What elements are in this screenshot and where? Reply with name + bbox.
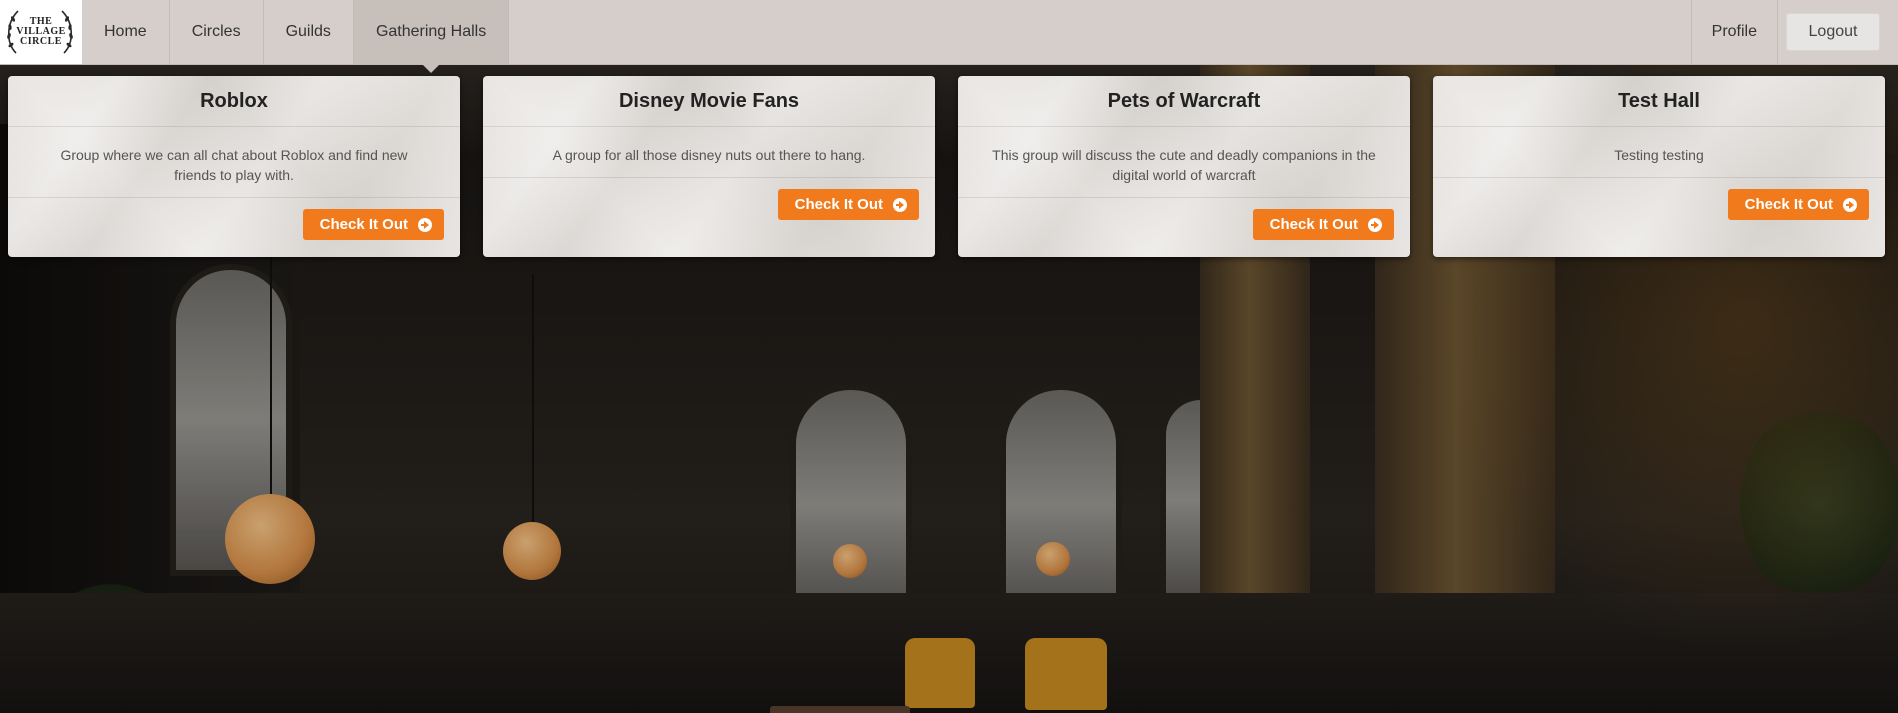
hall-card-title: Disney Movie Fans <box>483 76 935 127</box>
logo-line: CIRCLE <box>20 36 62 47</box>
arrow-circle-right-icon <box>1368 217 1382 232</box>
logo-text: THE VILLAGE CIRCLE <box>16 17 66 47</box>
hall-card-description: A group for all those disney nuts out th… <box>483 127 935 178</box>
hall-card-title: Roblox <box>8 76 460 127</box>
check-it-out-label: Check It Out <box>1744 196 1833 213</box>
hall-card: Disney Movie Fans A group for all those … <box>483 76 935 257</box>
arrow-circle-right-icon <box>1843 197 1857 212</box>
nav-item-home[interactable]: Home <box>82 0 170 64</box>
check-it-out-button[interactable]: Check It Out <box>302 209 444 240</box>
logout-button[interactable]: Logout <box>1786 13 1880 51</box>
nav-item-gathering-halls[interactable]: Gathering Halls <box>353 0 510 73</box>
hall-card-title: Pets of Warcraft <box>958 76 1410 127</box>
hall-card-description: This group will discuss the cute and dea… <box>958 127 1410 198</box>
logout-container: Logout <box>1777 0 1898 64</box>
check-it-out-button[interactable]: Check It Out <box>1727 189 1869 220</box>
hall-card-footer: Check It Out <box>483 178 935 220</box>
hall-card-description: Group where we can all chat about Roblox… <box>8 127 460 198</box>
nav-item-profile[interactable]: Profile <box>1692 0 1777 64</box>
hall-card-title: Test Hall <box>1433 76 1885 127</box>
gathering-halls-list: Roblox Group where we can all chat about… <box>8 76 1888 257</box>
check-it-out-label: Check It Out <box>319 216 408 233</box>
check-it-out-label: Check It Out <box>1269 216 1358 233</box>
nav-item-circles[interactable]: Circles <box>170 0 264 64</box>
hall-card-footer: Check It Out <box>8 198 460 240</box>
hall-card-footer: Check It Out <box>1433 178 1885 220</box>
nav-item-guilds[interactable]: Guilds <box>264 0 354 64</box>
nav-spacer <box>509 0 1692 64</box>
arrow-circle-right-icon <box>893 197 907 212</box>
hall-card-footer: Check It Out <box>958 198 1410 240</box>
site-logo[interactable]: THE VILLAGE CIRCLE <box>0 0 82 64</box>
hall-card: Pets of Warcraft This group will discuss… <box>958 76 1410 257</box>
top-navbar: THE VILLAGE CIRCLE Home Circles Guilds G… <box>0 0 1898 73</box>
hall-card: Roblox Group where we can all chat about… <box>8 76 460 257</box>
arrow-circle-right-icon <box>418 217 432 232</box>
check-it-out-button[interactable]: Check It Out <box>777 189 919 220</box>
check-it-out-button[interactable]: Check It Out <box>1252 209 1394 240</box>
hall-card-description: Testing testing <box>1433 127 1885 178</box>
check-it-out-label: Check It Out <box>794 196 883 213</box>
hall-card: Test Hall Testing testing Check It Out <box>1433 76 1885 257</box>
